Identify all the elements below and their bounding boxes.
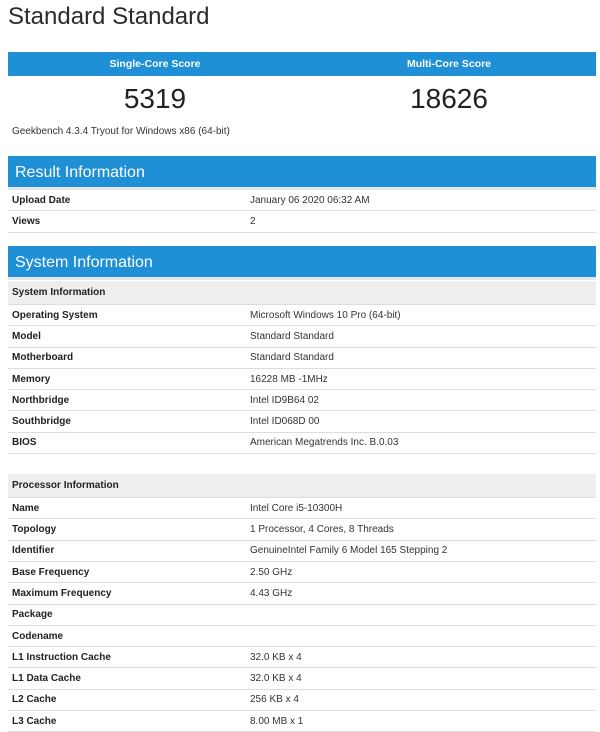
row-key: Identifier: [12, 545, 55, 557]
row-key: Codename: [12, 630, 64, 642]
table-row: Southbridge Intel ID068D 00: [8, 411, 596, 433]
row-key: Name: [12, 502, 40, 514]
row-value: Intel ID068D 00: [250, 416, 320, 428]
geekbench-version: Geekbench 4.3.4 Tryout for Windows x86 (…: [12, 126, 230, 137]
multi-core-score-value: 18626: [410, 83, 488, 114]
table-row: Package: [8, 605, 596, 626]
system-information-header: System Information: [8, 246, 596, 280]
row-key: Base Frequency: [12, 566, 90, 578]
row-key: Southbridge: [12, 416, 71, 428]
row-key: Motherboard: [12, 352, 74, 364]
table-row: L3 Cache 8.00 MB x 1: [8, 711, 596, 732]
row-value: GenuineIntel Family 6 Model 165 Stepping…: [250, 545, 448, 557]
table-row: Topology 1 Processor, 4 Cores, 8 Threads: [8, 519, 596, 541]
row-value: 256 KB x 4: [250, 694, 299, 706]
table-row: Identifier GenuineIntel Family 6 Model 1…: [8, 541, 596, 562]
row-key: Views: [12, 215, 41, 227]
row-key: BIOS: [12, 437, 37, 449]
system-information-subheader: System Information: [8, 281, 596, 305]
table-row: Operating System Microsoft Windows 10 Pr…: [8, 305, 596, 327]
row-value: Standard Standard: [250, 330, 334, 342]
result-information-header: Result Information: [8, 156, 596, 190]
score-table-header: Single-Core Score Multi-Core Score: [8, 52, 596, 76]
row-value: 2.50 GHz: [250, 566, 293, 578]
row-key: Upload Date: [12, 194, 71, 206]
row-key: Package: [12, 609, 53, 621]
row-key: L3 Cache: [12, 715, 57, 727]
row-key: L1 Instruction Cache: [12, 651, 111, 663]
row-value: 32.0 KB x 4: [250, 673, 302, 685]
row-value: 8.00 MB x 1: [250, 715, 304, 727]
table-row: Model Standard Standard: [8, 326, 596, 348]
table-row: Northbridge Intel ID9B64 02: [8, 390, 596, 412]
row-value: 4.43 GHz: [250, 587, 293, 599]
score-table: Single-Core Score Multi-Core Score 5319 …: [8, 52, 596, 121]
table-row: L2 Cache 256 KB x 4: [8, 690, 596, 712]
row-value: American Megatrends Inc. B.0.03: [250, 437, 399, 449]
table-row: L1 Data Cache 32.0 KB x 4: [8, 668, 596, 690]
row-key: Memory: [12, 373, 51, 385]
row-key: Topology: [12, 524, 57, 536]
row-value: Intel ID9B64 02: [250, 394, 319, 406]
row-value: Microsoft Windows 10 Pro (64-bit): [250, 309, 401, 321]
row-key: Northbridge: [12, 394, 70, 406]
page-title: Standard Standard: [8, 3, 210, 30]
row-key: L2 Cache: [12, 694, 57, 706]
row-key: L1 Data Cache: [12, 673, 81, 685]
result-information-table: Upload Date January 06 2020 06:32 AM Vie…: [8, 190, 596, 233]
row-value: January 06 2020 06:32 AM: [250, 194, 370, 206]
table-row: Base Frequency 2.50 GHz: [8, 562, 596, 584]
single-core-score-value: 5319: [123, 83, 187, 114]
score-values: 5319 18626: [8, 76, 596, 121]
table-row: Maximum Frequency 4.43 GHz: [8, 583, 596, 605]
system-information-table: System Information Operating System Micr…: [8, 281, 596, 732]
row-value: 1 Processor, 4 Cores, 8 Threads: [250, 524, 394, 536]
row-value: 32.0 KB x 4: [250, 651, 302, 663]
single-core-score-label: Single-Core Score: [109, 58, 201, 70]
row-key: Model: [12, 330, 41, 342]
table-row: Upload Date January 06 2020 06:32 AM: [8, 190, 596, 212]
table-row: Name Intel Core i5-10300H: [8, 498, 596, 520]
processor-information-subheader: Processor Information: [8, 474, 596, 499]
row-key: Maximum Frequency: [12, 587, 112, 599]
table-row: Codename: [8, 626, 596, 648]
table-row: Memory 16228 MB -1MHz: [8, 369, 596, 391]
table-row: Views 2: [8, 211, 596, 233]
row-value: Standard Standard: [250, 352, 334, 364]
row-key: Operating System: [12, 309, 98, 321]
table-row: BIOS American Megatrends Inc. B.0.03: [8, 433, 596, 455]
row-value: 2: [250, 215, 256, 227]
table-row: Motherboard Standard Standard: [8, 348, 596, 369]
table-row: L1 Instruction Cache 32.0 KB x 4: [8, 647, 596, 669]
row-value: Intel Core i5-10300H: [250, 502, 343, 514]
multi-core-score-label: Multi-Core Score: [406, 58, 491, 70]
row-value: 16228 MB -1MHz: [250, 373, 328, 385]
